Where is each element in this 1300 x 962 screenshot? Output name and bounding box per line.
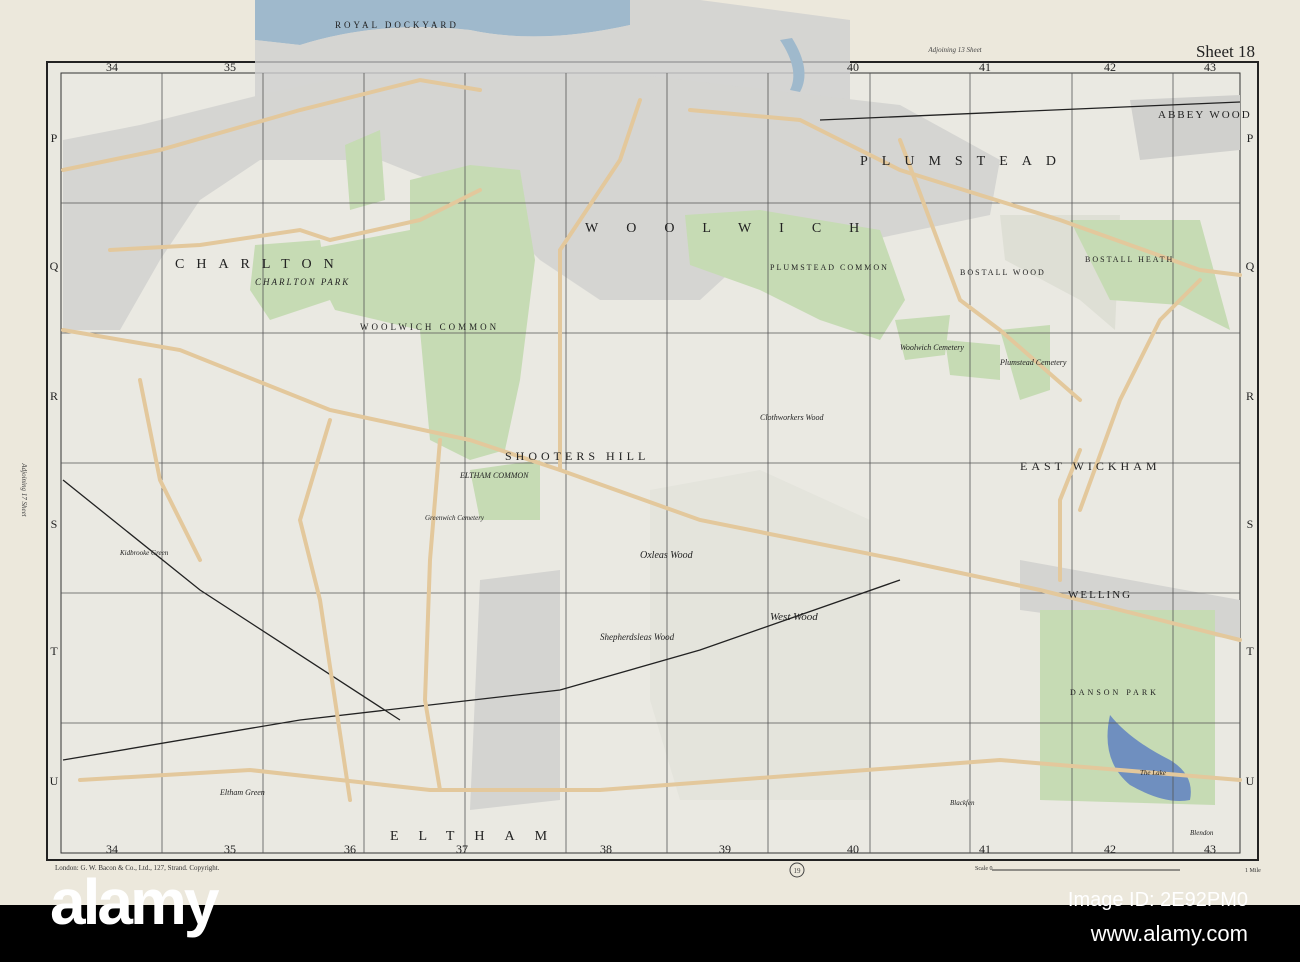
urban-eltham-north — [470, 570, 560, 810]
col-label-bottom: 43 — [1204, 842, 1216, 856]
label-east-wickham: EAST WICKHAM — [1020, 459, 1161, 473]
label-blendon: Blendon — [1190, 829, 1214, 837]
label-clothworkers-wood: Clothworkers Wood — [760, 413, 824, 422]
map-sheet: ROYAL DOCKYARD CHARLTON CHARLTON PARK WO… — [0, 0, 1300, 905]
label-eltham: ELTHAM — [390, 829, 567, 844]
label-welling: WELLING — [1068, 589, 1132, 601]
sheet-title: Sheet 18 — [1196, 42, 1255, 61]
col-label-bottom: 37 — [456, 842, 468, 856]
row-label-left: T — [50, 644, 58, 658]
label-abbey-wood: ABBEY WOOD — [1158, 109, 1252, 121]
label-royal-dockyard: ROYAL DOCKYARD — [335, 20, 459, 30]
label-woolwich-cemetery: Woolwich Cemetery — [900, 343, 964, 352]
row-label-right: R — [1246, 389, 1254, 403]
row-label-left: U — [50, 774, 59, 788]
oxleas-woods — [650, 470, 870, 800]
col-label-bottom: 35 — [224, 842, 236, 856]
park-eltham-common — [470, 460, 540, 520]
label-oxleas-wood: Oxleas Wood — [640, 550, 694, 561]
row-label-right: P — [1247, 131, 1254, 145]
adjoining-left: Adjoining 17 Sheet — [20, 462, 28, 517]
col-label-bottom: 34 — [106, 842, 118, 856]
image-id: Image ID: 2E92PM0 — [1067, 889, 1248, 911]
stock-banner: alamy Image ID: 2E92PM0 www.alamy.com — [0, 866, 1300, 962]
label-the-lake: The Lake — [1140, 769, 1166, 777]
label-plumstead-common: PLUMSTEAD COMMON — [770, 263, 889, 272]
col-label-top: 43 — [1204, 60, 1216, 74]
label-bostall-wood: BOSTALL WOOD — [960, 268, 1046, 277]
label-woolwich-common: WOOLWICH COMMON — [360, 322, 499, 332]
label-plumstead: PLUMSTEAD — [860, 154, 1070, 169]
row-label-right: S — [1247, 517, 1254, 531]
label-plumstead-cemetery: Plumstead Cemetery — [999, 358, 1067, 367]
label-eltham-common: ELTHAM COMMON — [459, 471, 529, 480]
col-label-top: 35 — [224, 60, 236, 74]
col-label-bottom: 41 — [979, 842, 991, 856]
row-label-right: U — [1246, 774, 1255, 788]
row-label-left: S — [51, 517, 58, 531]
label-shepherdsleas-wood: Shepherdsleas Wood — [600, 632, 675, 642]
stock-site: www.alamy.com — [1090, 921, 1248, 946]
adjoining-top: Adjoining 13 Sheet — [927, 46, 982, 54]
label-shooters-hill: SHOOTERS HILL — [505, 449, 649, 463]
col-label-bottom: 38 — [600, 842, 612, 856]
row-label-left: P — [51, 131, 58, 145]
label-charlton: CHARLTON — [175, 257, 346, 272]
col-label-top: 40 — [847, 60, 859, 74]
label-woolwich: WOOLWICH — [585, 221, 887, 236]
map-canvas: ROYAL DOCKYARD CHARLTON CHARLTON PARK WO… — [20, 0, 1261, 878]
label-kidbrooke-green: Kidbrooke Green — [119, 549, 169, 557]
label-charlton-park: CHARLTON PARK — [255, 277, 350, 287]
row-label-left: Q — [50, 259, 59, 273]
col-label-bottom: 39 — [719, 842, 731, 856]
label-danson-park: DANSON PARK — [1070, 688, 1159, 697]
adjoining-bottom: 19 — [794, 867, 802, 875]
label-west-wood: West Wood — [770, 611, 818, 623]
alamy-logo: alamy — [50, 866, 219, 938]
row-label-left: R — [50, 389, 58, 403]
col-label-bottom: 40 — [847, 842, 859, 856]
col-label-bottom: 42 — [1104, 842, 1116, 856]
scale-end: 1 Mile — [1245, 868, 1261, 874]
row-label-right: T — [1246, 644, 1254, 658]
label-blackfen: Blackfen — [950, 799, 975, 807]
col-label-top: 41 — [979, 60, 991, 74]
row-label-right: Q — [1246, 259, 1255, 273]
col-label-top: 42 — [1104, 60, 1116, 74]
col-label-top: 34 — [106, 60, 118, 74]
label-eltham-green: Eltham Green — [219, 788, 265, 797]
scale-label: Scale 0 — [975, 866, 993, 872]
label-greenwich-cemetery: Greenwich Cemetery — [425, 514, 485, 522]
col-label-bottom: 36 — [344, 842, 356, 856]
label-bostall-heath: BOSTALL HEATH — [1085, 255, 1174, 264]
